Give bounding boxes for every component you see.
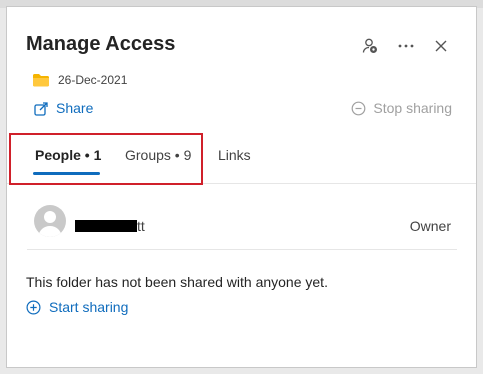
folder-icon <box>33 74 49 87</box>
add-circle-icon <box>26 299 41 315</box>
more-options-button[interactable] <box>395 35 417 57</box>
person-avatar-icon <box>38 211 62 237</box>
share-button[interactable]: Share <box>34 100 93 116</box>
manage-permissions-icon <box>362 38 377 53</box>
share-label: Share <box>56 100 94 116</box>
close-button[interactable] <box>430 35 452 57</box>
manage-access-dialog: Manage Access 26-Dec-2021 Share Stop sha… <box>6 6 477 368</box>
start-sharing-label: Start sharing <box>49 299 129 315</box>
folder-name: 26-Dec-2021 <box>58 73 128 87</box>
avatar <box>34 205 66 237</box>
stop-sharing-icon <box>351 101 366 115</box>
person-role[interactable]: Owner <box>410 218 451 234</box>
highlight-annotation <box>9 133 203 185</box>
share-icon <box>34 101 48 116</box>
empty-state-message: This folder has not been shared with any… <box>26 274 328 290</box>
redacted-name <box>75 220 137 232</box>
close-icon <box>435 40 447 52</box>
start-sharing-button[interactable]: Start sharing <box>26 299 128 315</box>
person-name: tt <box>137 218 145 234</box>
dialog-title: Manage Access <box>26 33 176 55</box>
stop-sharing-label: Stop sharing <box>373 100 452 116</box>
folder-info: 26-Dec-2021 <box>32 73 127 87</box>
stop-sharing-button[interactable]: Stop sharing <box>351 100 452 116</box>
tab-links[interactable]: Links <box>218 147 251 163</box>
more-options-icon <box>398 44 414 48</box>
list-item[interactable]: tt Owner <box>27 203 457 250</box>
manage-permissions-button[interactable] <box>359 35 381 57</box>
